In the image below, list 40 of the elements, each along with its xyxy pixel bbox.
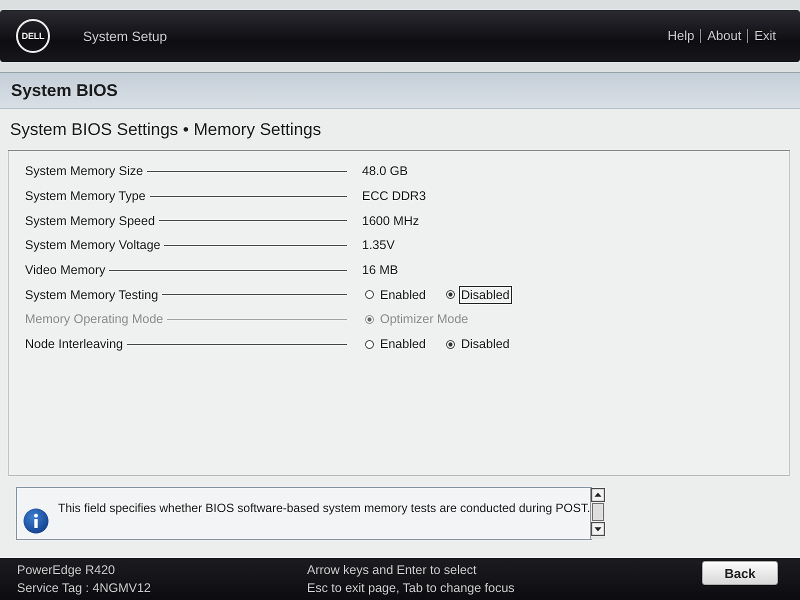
- service-tag: Service Tag : 4NGMV12: [17, 579, 307, 597]
- setting-label: System Memory Type: [25, 189, 146, 204]
- scrollbar[interactable]: [590, 488, 606, 539]
- scroll-down-icon[interactable]: [591, 522, 606, 536]
- setting-label: System Memory Size: [25, 164, 144, 178]
- setting-value: 1600 MHz: [362, 214, 419, 228]
- option-label[interactable]: Enabled: [378, 286, 428, 304]
- setting-label: System Memory Voltage: [25, 238, 160, 252]
- radio-icon[interactable]: [365, 290, 374, 300]
- app-title: System Setup: [83, 28, 168, 44]
- setting-value: 1.35V: [362, 238, 395, 252]
- radio-icon[interactable]: [446, 340, 455, 349]
- setting-label: Video Memory: [25, 263, 106, 278]
- back-button[interactable]: Back: [702, 561, 778, 585]
- setting-value: ECC DDR3: [362, 189, 426, 204]
- page-title: System BIOS: [0, 73, 800, 109]
- help-text: This field specifies whether BIOS software-based system memory tests are conducted during POST.: [58, 501, 590, 515]
- setting-label: Node Interleaving: [25, 337, 123, 352]
- radio-icon[interactable]: [446, 290, 455, 300]
- setting-value: 48.0 GB: [362, 164, 408, 178]
- key-hint: Esc to exit page, Tab to change focus: [307, 580, 515, 597]
- option-label[interactable]: Disabled: [459, 335, 512, 354]
- option-label: Optimizer Mode: [379, 311, 470, 328]
- scroll-thumb[interactable]: [592, 503, 604, 521]
- header-link[interactable]: Help: [662, 29, 700, 43]
- info-icon: [23, 508, 49, 534]
- setting-value: 16 MB: [362, 263, 398, 278]
- header-link[interactable]: About: [700, 29, 748, 43]
- header-link[interactable]: Exit: [747, 29, 776, 43]
- model-name: PowerEdge R420: [17, 562, 116, 579]
- option-label[interactable]: Disabled: [459, 286, 512, 304]
- key-hint: Arrow keys and Enter to select: [307, 562, 478, 579]
- setting-label: System Memory Speed: [25, 214, 155, 228]
- breadcrumb: System BIOS Settings • Memory Settings: [10, 120, 322, 140]
- radio-icon[interactable]: [365, 340, 374, 349]
- setting-label: System Memory Testing: [25, 288, 158, 302]
- logo: DELL: [16, 19, 50, 53]
- setting-label: Memory Operating Mode: [25, 312, 164, 326]
- option-label[interactable]: Enabled: [378, 335, 428, 354]
- scroll-up-icon[interactable]: [591, 488, 606, 502]
